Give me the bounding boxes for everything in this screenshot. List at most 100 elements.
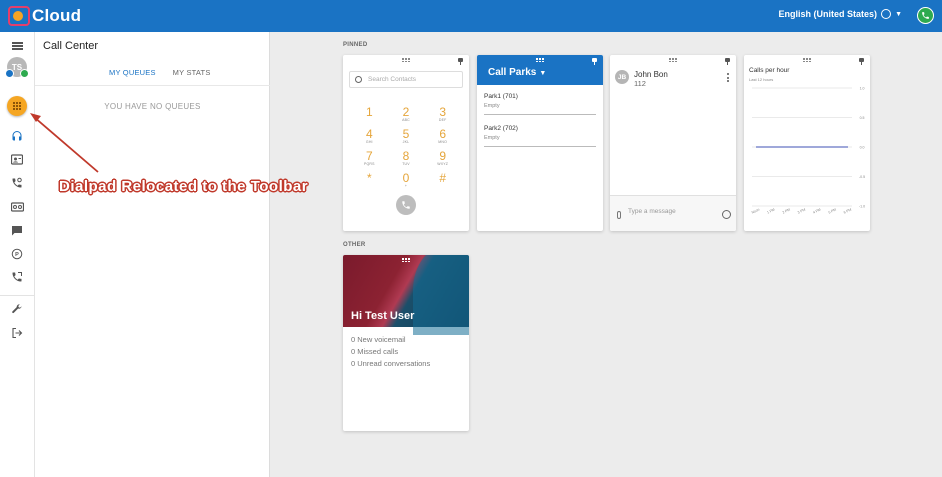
- toolbar-divider: [0, 295, 35, 296]
- language-label: English (United States): [778, 9, 878, 19]
- key-0[interactable]: 0 +: [388, 172, 425, 189]
- menu-icon[interactable]: [8, 37, 26, 55]
- x-tick-label: 5 PM: [828, 208, 837, 215]
- key-4[interactable]: 4 GHI: [351, 128, 388, 145]
- x-tick-label: 2 PM: [782, 208, 791, 215]
- call-parks-header: Call Parks ▼: [477, 55, 603, 85]
- phone-status-icon[interactable]: [917, 7, 934, 24]
- welcome-title: Hi Test User: [351, 310, 415, 322]
- tab-my-queues[interactable]: MY QUEUES: [100, 68, 165, 86]
- y-tick-label: 1.0: [860, 87, 865, 91]
- key-5[interactable]: 5 JKL: [388, 128, 425, 145]
- contact-search-box: [349, 71, 463, 88]
- more-options-icon[interactable]: [727, 73, 729, 84]
- call-forward-icon[interactable]: [8, 268, 26, 286]
- message-composer: [610, 195, 736, 231]
- x-tick-label: 6 PM: [843, 208, 852, 215]
- svg-text:P: P: [15, 252, 19, 258]
- top-bar: Cloud English (United States) ▼: [0, 0, 942, 32]
- call-history-icon[interactable]: [8, 174, 26, 192]
- x-tick-label: Noon: [751, 207, 760, 214]
- y-tick-label: -1.0: [859, 205, 865, 209]
- annotation-label: Dialpad Relocated to the Toolbar: [59, 178, 309, 195]
- call-center-panel: Call Center MY QUEUES MY STATS YOU HAVE …: [35, 32, 270, 477]
- contact-chat-card: JB John Bon 112: [610, 55, 736, 231]
- contact-name: John Bon: [634, 70, 668, 79]
- dialpad-button[interactable]: [7, 96, 27, 116]
- park-name: Park1 (701): [484, 93, 518, 100]
- key-7[interactable]: 7 PQRS: [351, 150, 388, 167]
- park-icon[interactable]: P: [8, 245, 26, 263]
- key-9[interactable]: 9 WXYZ: [424, 150, 461, 167]
- logo-mark-icon: [8, 6, 30, 26]
- chevron-down-icon: ▼: [539, 70, 547, 77]
- y-tick-label: 0.0: [860, 146, 865, 150]
- keypad: 1 2 ABC 3 DEF 4 GHI 5 JKL 6 MNO 7 PQRS 8 TUV 9W…: [351, 106, 461, 189]
- drag-handle-icon[interactable]: [536, 58, 544, 62]
- contacts-icon[interactable]: [8, 150, 26, 168]
- unread-conversations-count[interactable]: 0 Unread conversations: [351, 359, 430, 368]
- pin-icon[interactable]: [592, 58, 597, 65]
- key-6[interactable]: 6 MNO: [424, 128, 461, 145]
- logo-text: Cloud: [32, 6, 82, 25]
- key-2[interactable]: 2 ABC: [388, 106, 425, 123]
- tabs-divider: [35, 85, 270, 86]
- key-hash[interactable]: #: [424, 172, 461, 189]
- dialpad-icon: [13, 102, 21, 110]
- calls-per-hour-chart: 1.0 0.5 0.0 -0.5 -1.0 Noon 1 PM 2 PM 3 PM 4 PM 5 P…: [751, 87, 865, 215]
- x-tick-label: 1 PM: [766, 208, 775, 215]
- chevron-down-icon: ▼: [895, 10, 902, 18]
- queue-tabs: MY QUEUES MY STATS: [100, 68, 211, 86]
- section-other: OTHER: [343, 242, 366, 248]
- call-center-headset-icon[interactable]: [8, 127, 26, 145]
- dialpad-card: 1 2ABC 3DEF 4GHI 5JKL 6MNO 7PQRS 8TUV 9W…: [343, 55, 469, 231]
- drag-handle-icon[interactable]: [669, 58, 677, 62]
- park-status: Empty: [484, 103, 500, 109]
- messages-icon[interactable]: [8, 221, 26, 239]
- pin-icon[interactable]: [458, 58, 463, 65]
- calls-per-hour-card: Calls per hour Last 12 hours 1.0 0.5 0.0 -0…: [744, 55, 870, 231]
- x-tick-label: 4 PM: [812, 208, 821, 215]
- call-parks-title[interactable]: Call Parks ▼: [488, 67, 546, 78]
- drag-handle-icon[interactable]: [402, 58, 410, 62]
- y-tick-label: 0.5: [860, 116, 865, 120]
- key-star[interactable]: *: [351, 172, 388, 189]
- key-3[interactable]: 3 DEF: [424, 106, 461, 123]
- chat-status-icon: [5, 69, 14, 78]
- key-8[interactable]: 8 TUV: [388, 150, 425, 167]
- app-logo[interactable]: Cloud: [8, 4, 81, 28]
- language-selector[interactable]: English (United States) ▼: [779, 9, 902, 19]
- voicemail-icon[interactable]: [8, 198, 26, 216]
- welcome-banner: Hi Test User: [343, 255, 469, 335]
- list-item[interactable]: Park1 (701) Empty: [484, 93, 596, 115]
- logout-icon[interactable]: [8, 324, 26, 342]
- voicemail-count[interactable]: 0 New voicemail: [351, 335, 406, 344]
- key-1[interactable]: 1: [351, 106, 388, 123]
- call-parks-card: Call Parks ▼ Park1 (701) Empty Park2 (702…: [477, 55, 603, 231]
- contact-avatar: JB: [615, 70, 629, 84]
- panel-title: Call Center: [43, 40, 99, 52]
- search-icon: [355, 76, 362, 83]
- welcome-card: Hi Test User 0 New voicemail 0 Missed ca…: [343, 255, 469, 431]
- missed-calls-count[interactable]: 0 Missed calls: [351, 347, 398, 356]
- phone-badge-icon: [20, 69, 29, 78]
- tab-my-stats[interactable]: MY STATS: [173, 68, 211, 86]
- contact-extension: 112: [634, 79, 646, 88]
- settings-wrench-icon[interactable]: [8, 300, 26, 318]
- list-item[interactable]: Park2 (702) Empty: [484, 125, 596, 147]
- empty-queues-message: YOU HAVE NO QUEUES: [104, 102, 201, 111]
- call-button[interactable]: [396, 195, 416, 215]
- contact-search-input[interactable]: [368, 76, 458, 83]
- park-status: Empty: [484, 135, 500, 141]
- emoji-icon[interactable]: [722, 210, 731, 219]
- section-pinned: PINNED: [343, 42, 368, 48]
- x-tick-label: 3 PM: [797, 208, 806, 215]
- message-input[interactable]: [628, 208, 716, 215]
- y-tick-label: -0.5: [859, 175, 865, 179]
- left-toolbar: TS P: [0, 32, 35, 477]
- globe-icon: [881, 9, 892, 19]
- attachment-icon[interactable]: [617, 211, 621, 219]
- drag-handle-icon[interactable]: [402, 258, 410, 262]
- pin-icon[interactable]: [725, 58, 730, 65]
- park-name: Park2 (702): [484, 125, 518, 132]
